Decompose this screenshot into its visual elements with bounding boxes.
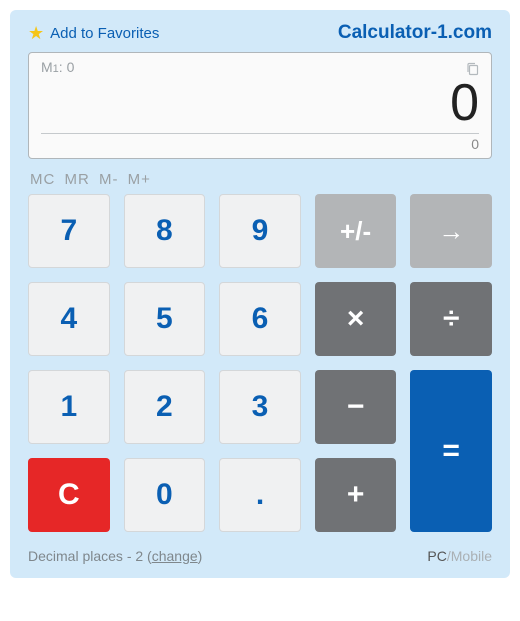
mc-button[interactable]: MC (30, 171, 55, 188)
key-divide[interactable]: ÷ (410, 282, 492, 356)
calculator-container: ★ Add to Favorites Calculator-1.com M1: … (10, 10, 510, 578)
brand-link[interactable]: Calculator-1.com (338, 22, 492, 44)
key-2[interactable]: 2 (124, 370, 206, 444)
footer: Decimal places - 2 (change) PC/Mobile (28, 548, 492, 564)
copy-icon[interactable] (465, 61, 481, 82)
mr-button[interactable]: MR (65, 171, 90, 188)
key-1[interactable]: 1 (28, 370, 110, 444)
key-9[interactable]: 9 (219, 194, 301, 268)
display-panel: M1: 0 0 0 (28, 52, 492, 159)
key-6[interactable]: 6 (219, 282, 301, 356)
key-sign[interactable]: +/- (315, 194, 397, 268)
m-minus-button[interactable]: M- (99, 171, 119, 188)
star-icon: ★ (28, 24, 44, 42)
memory-line: M1: 0 (41, 59, 479, 75)
main-display: 0 (41, 75, 479, 129)
key-3[interactable]: 3 (219, 370, 301, 444)
key-equals[interactable]: = (410, 370, 492, 532)
key-7[interactable]: 7 (28, 194, 110, 268)
key-5[interactable]: 5 (124, 282, 206, 356)
mode-mobile[interactable]: Mobile (451, 548, 492, 564)
mode-toggle: PC/Mobile (427, 548, 492, 564)
key-plus[interactable]: + (315, 458, 397, 532)
m-plus-button[interactable]: M+ (128, 171, 151, 188)
key-clear[interactable]: C (28, 458, 110, 532)
key-multiply[interactable]: × (315, 282, 397, 356)
decimal-places: Decimal places - 2 (change) (28, 548, 202, 564)
key-8[interactable]: 8 (124, 194, 206, 268)
key-minus[interactable]: − (315, 370, 397, 444)
header: ★ Add to Favorites Calculator-1.com (28, 22, 492, 44)
key-backspace[interactable]: → (410, 194, 492, 268)
key-dot[interactable]: . (219, 458, 301, 532)
keypad: 7 8 9 +/- → 4 5 6 × ÷ 1 2 3 − = C 0 . + (28, 194, 492, 532)
add-to-favorites-link[interactable]: ★ Add to Favorites (28, 24, 159, 42)
change-decimal-link[interactable]: change (152, 548, 198, 564)
key-0[interactable]: 0 (124, 458, 206, 532)
memory-button-row: MC MR M- M+ (28, 171, 492, 188)
key-4[interactable]: 4 (28, 282, 110, 356)
mode-pc[interactable]: PC (427, 548, 446, 564)
sub-display: 0 (41, 133, 479, 152)
favorites-label: Add to Favorites (50, 25, 159, 42)
